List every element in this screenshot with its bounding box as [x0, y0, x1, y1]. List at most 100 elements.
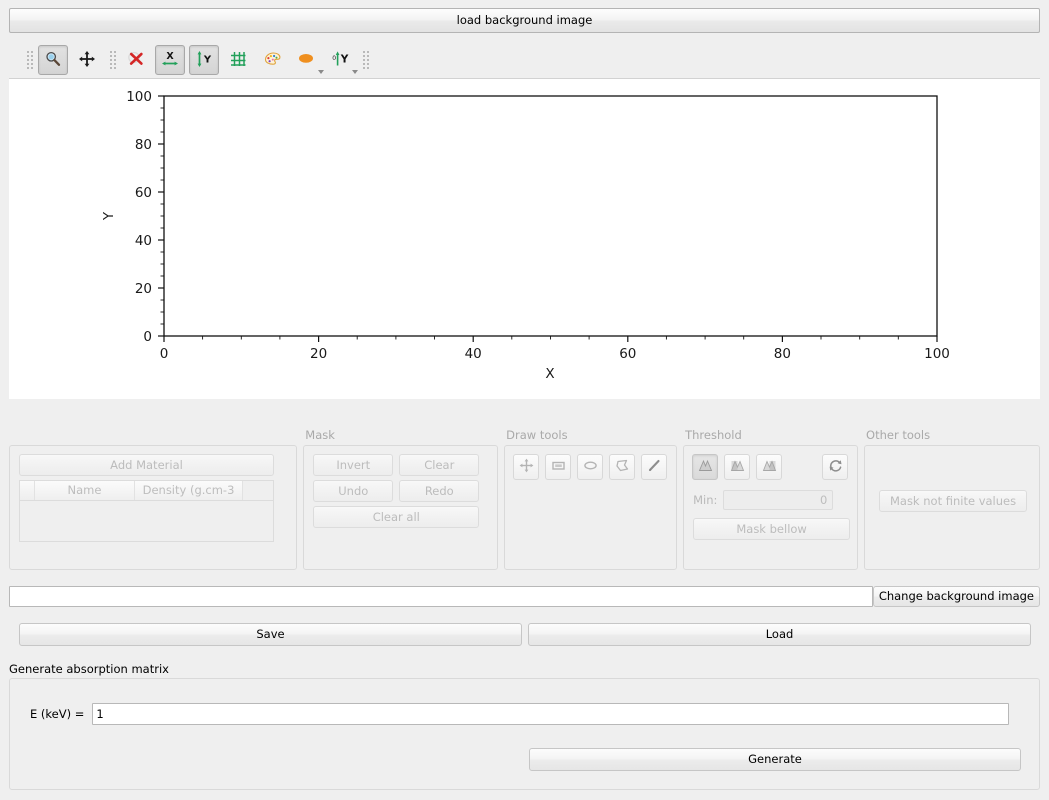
generate-button[interactable]: Generate — [529, 748, 1021, 771]
top-bar: load background image — [0, 0, 1049, 33]
mask-invert-button[interactable]: Invert — [313, 454, 394, 476]
add-material-button[interactable]: Add Material — [19, 454, 274, 476]
change-background-image-button[interactable]: Change background image — [872, 586, 1040, 607]
y-axis-scale-icon: 0 Y — [329, 50, 351, 71]
materials-table-header: Name Density (g.cm-3 — [20, 481, 273, 501]
lock-y-axis-icon: Y — [194, 50, 214, 71]
pencil-tool-icon — [647, 458, 662, 476]
x-axis-label: X — [545, 366, 554, 382]
load-background-image-button[interactable]: load background image — [9, 8, 1040, 33]
chevron-down-icon[interactable] — [318, 70, 324, 74]
y-tick-label: 20 — [135, 281, 152, 297]
pan-icon-button[interactable] — [72, 45, 102, 75]
svg-text:0: 0 — [332, 55, 336, 62]
mask-clear-all-button[interactable]: Clear all — [313, 506, 480, 528]
plot-canvas[interactable]: 0 20 40 60 80 100 0 20 40 60 80 100 X Y — [9, 79, 1040, 399]
chevron-down-icon[interactable] — [352, 70, 358, 74]
draw-tools-panel: Draw tools — [504, 428, 678, 570]
histogram-mode-3-icon-button[interactable] — [756, 454, 783, 480]
svg-text:Y: Y — [340, 53, 349, 65]
table-corner-cell — [20, 481, 35, 500]
mask-not-finite-values-button[interactable]: Mask not finite values — [879, 490, 1028, 512]
y-tick-label: 100 — [126, 89, 152, 105]
move-tool-icon-button[interactable] — [513, 454, 540, 480]
materials-panel-body: Add Material Name Density (g.cm-3 — [9, 445, 298, 570]
y-tick-label: 80 — [135, 137, 152, 153]
toolbar-separator — [109, 49, 118, 71]
threshold-panel-title: Threshold — [685, 428, 742, 442]
save-button[interactable]: Save — [19, 623, 522, 646]
move-tool-icon — [519, 458, 534, 476]
mask-panel: Mask Invert Clear Undo Redo Clear all — [303, 428, 499, 570]
x-tick-label: 0 — [160, 346, 169, 362]
pencil-tool-icon-button[interactable] — [641, 454, 668, 480]
x-tick-label: 40 — [465, 346, 482, 362]
mask-panel-title: Mask — [305, 428, 335, 442]
mask-clear-button[interactable]: Clear — [399, 454, 480, 476]
draw-tools-panel-body — [504, 445, 678, 570]
histogram-mode-3-icon — [762, 458, 777, 476]
lock-y-axis-icon-button[interactable]: Y — [189, 45, 219, 75]
rectangle-tool-icon — [551, 458, 566, 476]
histogram-mode-1-icon-button[interactable] — [692, 454, 719, 480]
mask-redo-button[interactable]: Redo — [399, 480, 480, 502]
energy-row: E (keV) = — [30, 703, 1010, 725]
zoom-icon — [44, 50, 62, 71]
materials-panel: Add Material Name Density (g.cm-3 — [9, 428, 298, 570]
threshold-min-label: Min: — [693, 493, 718, 507]
delete-red-x-icon-button[interactable] — [121, 45, 151, 75]
y-axis-label: Y — [101, 211, 117, 221]
x-tick-label: 20 — [310, 346, 327, 362]
generate-section-title: Generate absorption matrix — [9, 662, 169, 676]
ellipse-tool-icon — [583, 458, 598, 476]
other-tools-panel-title: Other tools — [866, 428, 931, 442]
y-axis-scale-icon-button[interactable]: 0 Y — [325, 45, 358, 75]
toolbar-separator — [362, 49, 371, 71]
threshold-min-input[interactable]: 0 — [723, 490, 834, 510]
mask-bellow-button[interactable]: Mask bellow — [693, 518, 851, 540]
grid-icon — [229, 50, 247, 71]
threshold-panel-body: Min: 0 Mask bellow — [683, 445, 859, 570]
pan-icon — [78, 50, 96, 71]
other-tools-panel: Other tools Mask not finite values — [864, 428, 1040, 570]
lock-x-axis-icon-button[interactable]: X — [155, 45, 185, 75]
matplotlib-navigation-toolbar: X Y 0 Y — [9, 42, 1040, 79]
column-header-name[interactable]: Name — [35, 481, 135, 500]
ellipse-tool-icon-button[interactable] — [577, 454, 604, 480]
svg-text:Y: Y — [203, 54, 212, 65]
color-palette-icon-button[interactable] — [257, 45, 287, 75]
energy-label: E (keV) = — [30, 707, 85, 721]
y-tick-label: 60 — [135, 185, 152, 201]
y-tick-label: 40 — [135, 233, 152, 249]
delete-red-x-icon — [127, 50, 145, 71]
threshold-modes-row — [692, 454, 783, 480]
draw-tools-panel-title: Draw tools — [506, 428, 568, 442]
rectangle-tool-icon-button[interactable] — [545, 454, 572, 480]
zoom-icon-button[interactable] — [38, 45, 68, 75]
load-button[interactable]: Load — [528, 623, 1031, 646]
background-path-input[interactable] — [9, 586, 873, 607]
toolbar-separator — [26, 49, 35, 71]
ellipse-marker-icon-button[interactable] — [291, 45, 324, 75]
plot-svg[interactable]: 0 20 40 60 80 100 0 20 40 60 80 100 X Y — [9, 79, 1040, 399]
tool-panels-row: Add Material Name Density (g.cm-3 Mask I… — [9, 428, 1040, 570]
energy-input[interactable] — [92, 703, 1010, 725]
polygon-tool-icon-button[interactable] — [609, 454, 636, 480]
column-header-density[interactable]: Density (g.cm-3 — [135, 481, 243, 500]
histogram-mode-2-icon-button[interactable] — [724, 454, 751, 480]
generate-absorption-panel: E (keV) = Generate — [9, 678, 1040, 790]
threshold-panel: Threshold Min: 0 Mask bellow — [683, 428, 859, 570]
svg-text:X: X — [166, 51, 174, 62]
refresh-icon — [828, 458, 843, 476]
materials-table[interactable]: Name Density (g.cm-3 — [19, 480, 274, 542]
histogram-mode-1-icon — [698, 458, 713, 476]
threshold-min-row: Min: 0 — [693, 490, 834, 510]
x-tick-label: 80 — [774, 346, 791, 362]
other-tools-panel-body: Mask not finite values — [864, 445, 1040, 570]
mask-undo-button[interactable]: Undo — [313, 480, 394, 502]
grid-icon-button[interactable] — [223, 45, 253, 75]
histogram-mode-2-icon — [730, 458, 745, 476]
draw-tools-row — [513, 454, 668, 480]
lock-x-axis-icon: X — [160, 50, 180, 71]
threshold-reset-button[interactable] — [822, 454, 849, 480]
